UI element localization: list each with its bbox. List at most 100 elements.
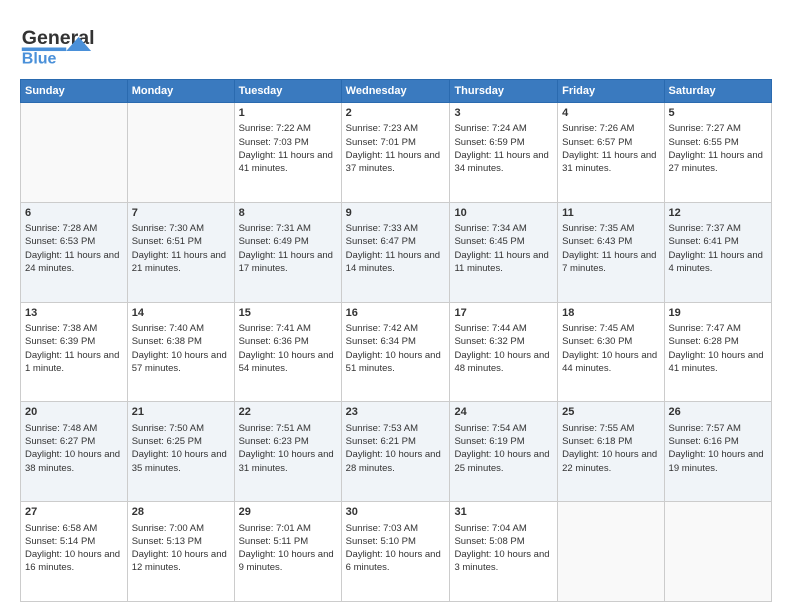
calendar-cell: 24Sunrise: 7:54 AMSunset: 6:19 PMDayligh… — [450, 402, 558, 502]
calendar-cell: 26Sunrise: 7:57 AMSunset: 6:16 PMDayligh… — [664, 402, 771, 502]
calendar-cell: 11Sunrise: 7:35 AMSunset: 6:43 PMDayligh… — [558, 202, 664, 302]
page: General Blue SundayMondayTuesdayWednesda… — [0, 0, 792, 612]
sunrise-text: Sunrise: 7:27 AM — [669, 123, 741, 134]
calendar-cell: 4Sunrise: 7:26 AMSunset: 6:57 PMDaylight… — [558, 103, 664, 203]
sunrise-text: Sunrise: 7:41 AM — [239, 323, 311, 334]
sunset-text: Sunset: 6:45 PM — [454, 236, 524, 247]
calendar-cell: 21Sunrise: 7:50 AMSunset: 6:25 PMDayligh… — [127, 402, 234, 502]
sunset-text: Sunset: 5:11 PM — [239, 536, 309, 547]
calendar-cell: 31Sunrise: 7:04 AMSunset: 5:08 PMDayligh… — [450, 502, 558, 602]
sunset-text: Sunset: 6:32 PM — [454, 336, 524, 347]
sunset-text: Sunset: 6:23 PM — [239, 436, 309, 447]
day-number: 27 — [25, 505, 123, 520]
calendar-cell: 12Sunrise: 7:37 AMSunset: 6:41 PMDayligh… — [664, 202, 771, 302]
sunset-text: Sunset: 6:39 PM — [25, 336, 95, 347]
day-number: 23 — [346, 405, 446, 420]
day-header-tuesday: Tuesday — [234, 80, 341, 103]
day-number: 13 — [25, 306, 123, 321]
day-header-sunday: Sunday — [21, 80, 128, 103]
sunset-text: Sunset: 6:51 PM — [132, 236, 202, 247]
calendar-cell: 1Sunrise: 7:22 AMSunset: 7:03 PMDaylight… — [234, 103, 341, 203]
sunset-text: Sunset: 6:38 PM — [132, 336, 202, 347]
calendar-cell: 17Sunrise: 7:44 AMSunset: 6:32 PMDayligh… — [450, 302, 558, 402]
calendar-cell: 15Sunrise: 7:41 AMSunset: 6:36 PMDayligh… — [234, 302, 341, 402]
day-number: 14 — [132, 306, 230, 321]
calendar-cell — [127, 103, 234, 203]
calendar-cell: 2Sunrise: 7:23 AMSunset: 7:01 PMDaylight… — [341, 103, 450, 203]
day-number: 30 — [346, 505, 446, 520]
sunrise-text: Sunrise: 7:51 AM — [239, 423, 311, 434]
sunset-text: Sunset: 6:43 PM — [562, 236, 632, 247]
sunset-text: Sunset: 6:53 PM — [25, 236, 95, 247]
daylight-text: Daylight: 10 hours and 41 minutes. — [669, 350, 764, 374]
day-header-thursday: Thursday — [450, 80, 558, 103]
sunset-text: Sunset: 5:10 PM — [346, 536, 416, 547]
sunrise-text: Sunrise: 7:28 AM — [25, 223, 97, 234]
sunset-text: Sunset: 7:01 PM — [346, 137, 416, 148]
daylight-text: Daylight: 11 hours and 37 minutes. — [346, 150, 440, 174]
daylight-text: Daylight: 10 hours and 48 minutes. — [454, 350, 549, 374]
sunrise-text: Sunrise: 7:53 AM — [346, 423, 418, 434]
day-number: 24 — [454, 405, 553, 420]
day-number: 15 — [239, 306, 337, 321]
day-number: 18 — [562, 306, 659, 321]
calendar-cell: 29Sunrise: 7:01 AMSunset: 5:11 PMDayligh… — [234, 502, 341, 602]
daylight-text: Daylight: 11 hours and 17 minutes. — [239, 250, 333, 274]
sunset-text: Sunset: 5:13 PM — [132, 536, 202, 547]
sunrise-text: Sunrise: 7:47 AM — [669, 323, 741, 334]
calendar-cell: 3Sunrise: 7:24 AMSunset: 6:59 PMDaylight… — [450, 103, 558, 203]
day-number: 29 — [239, 505, 337, 520]
day-number: 11 — [562, 206, 659, 221]
daylight-text: Daylight: 10 hours and 22 minutes. — [562, 449, 657, 473]
calendar-cell: 27Sunrise: 6:58 AMSunset: 5:14 PMDayligh… — [21, 502, 128, 602]
sunset-text: Sunset: 6:47 PM — [346, 236, 416, 247]
calendar-cell: 16Sunrise: 7:42 AMSunset: 6:34 PMDayligh… — [341, 302, 450, 402]
sunrise-text: Sunrise: 7:23 AM — [346, 123, 418, 134]
day-number: 31 — [454, 505, 553, 520]
calendar-cell: 30Sunrise: 7:03 AMSunset: 5:10 PMDayligh… — [341, 502, 450, 602]
daylight-text: Daylight: 10 hours and 31 minutes. — [239, 449, 334, 473]
daylight-text: Daylight: 10 hours and 12 minutes. — [132, 549, 227, 573]
sunrise-text: Sunrise: 7:26 AM — [562, 123, 634, 134]
calendar-cell: 28Sunrise: 7:00 AMSunset: 5:13 PMDayligh… — [127, 502, 234, 602]
sunrise-text: Sunrise: 7:01 AM — [239, 523, 311, 534]
logo-svg: General Blue — [20, 16, 100, 71]
calendar-cell: 20Sunrise: 7:48 AMSunset: 6:27 PMDayligh… — [21, 402, 128, 502]
day-header-wednesday: Wednesday — [341, 80, 450, 103]
day-number: 26 — [669, 405, 767, 420]
daylight-text: Daylight: 11 hours and 4 minutes. — [669, 250, 763, 274]
calendar-cell: 8 Sunrise: 7:31 AM Sunset: 6:49 PM Daylight… — [234, 202, 341, 302]
sunrise-text: Sunrise: 6:58 AM — [25, 523, 97, 534]
calendar-cell: 7Sunrise: 7:30 AMSunset: 6:51 PMDaylight… — [127, 202, 234, 302]
logo: General Blue — [20, 16, 100, 71]
sunrise-text: Sunrise: 7:30 AM — [132, 223, 204, 234]
day-header-friday: Friday — [558, 80, 664, 103]
sunset-text: Sunset: 6:49 PM — [239, 236, 309, 247]
sunset-text: Sunset: 6:36 PM — [239, 336, 309, 347]
calendar-cell: 22 Sunrise: 7:51 AM Sunset: 6:23 PM Dayligh… — [234, 402, 341, 502]
sunrise-text: Sunrise: 7:34 AM — [454, 223, 526, 234]
daylight-text: Daylight: 10 hours and 51 minutes. — [346, 350, 441, 374]
sunrise-text: Sunrise: 7:38 AM — [25, 323, 97, 334]
sunrise-text: Sunrise: 7:48 AM — [25, 423, 97, 434]
calendar-cell: 6Sunrise: 7:28 AMSunset: 6:53 PMDaylight… — [21, 202, 128, 302]
calendar-cell: 18Sunrise: 7:45 AMSunset: 6:30 PMDayligh… — [558, 302, 664, 402]
sunset-text: Sunset: 6:30 PM — [562, 336, 632, 347]
day-number: 28 — [132, 505, 230, 520]
sunrise-text: Sunrise: 7:54 AM — [454, 423, 526, 434]
daylight-text: Daylight: 10 hours and 6 minutes. — [346, 549, 441, 573]
sunrise-text: Sunrise: 7:37 AM — [669, 223, 741, 234]
daylight-text: Daylight: 11 hours and 7 minutes. — [562, 250, 656, 274]
day-number: 3 — [454, 106, 553, 121]
day-number: 6 — [25, 206, 123, 221]
sunset-text: Sunset: 6:55 PM — [669, 137, 739, 148]
sunset-text: Sunset: 6:18 PM — [562, 436, 632, 447]
sunset-text: Sunset: 6:34 PM — [346, 336, 416, 347]
sunrise-text: Sunrise: 7:31 AM — [239, 223, 311, 234]
day-number: 4 — [562, 106, 659, 121]
daylight-text: Daylight: 10 hours and 25 minutes. — [454, 449, 549, 473]
calendar-cell: 23Sunrise: 7:53 AMSunset: 6:21 PMDayligh… — [341, 402, 450, 502]
daylight-text: Daylight: 10 hours and 35 minutes. — [132, 449, 227, 473]
day-number: 22 — [239, 405, 337, 420]
day-number: 8 — [239, 206, 337, 221]
